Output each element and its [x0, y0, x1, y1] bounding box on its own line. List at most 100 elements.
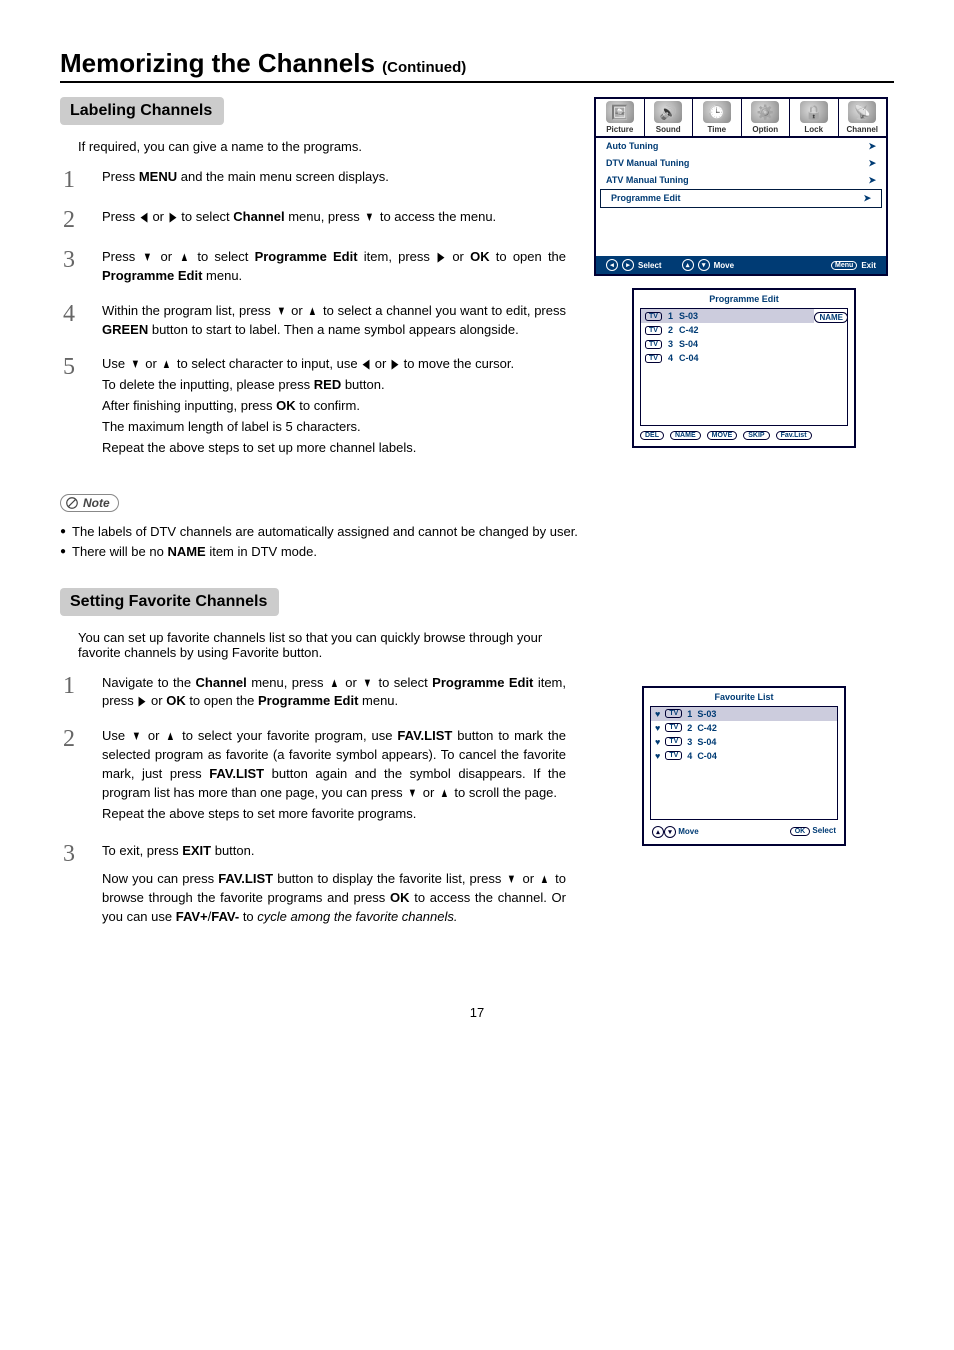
left-key-icon: ◂ — [606, 259, 618, 271]
favorite-intro: You can set up favorite channels list so… — [78, 630, 566, 660]
heart-icon: ♥ — [655, 737, 660, 747]
panel-title: Programme Edit — [634, 290, 854, 308]
footer-move: Move — [714, 261, 734, 270]
tab-label: Channel — [839, 125, 887, 134]
list-item: TV2C-42 — [641, 323, 847, 337]
title-continued: (Continued) — [382, 59, 466, 76]
picture-icon: 🖼️ — [606, 101, 634, 123]
osd-row: DTV Manual Tuning➤ — [596, 155, 886, 172]
osd-row-selected: Programme Edit➤ — [600, 189, 882, 208]
step-number: 3 — [60, 248, 78, 272]
row-name: C-42 — [697, 723, 717, 733]
osd-row-label: DTV Manual Tuning — [606, 158, 689, 169]
step-number: 2 — [60, 727, 78, 751]
favourite-list: ♥ TV 1 S-03 ♥ TV 2 C-42 ♥TV3S-04 ♥TV4C-04 — [650, 706, 838, 820]
osd-tab-channel: 📡 Channel — [839, 99, 887, 136]
title-rule — [60, 81, 894, 83]
option-icon: ⚙️ — [751, 101, 779, 123]
notes-list: ●The labels of DTV channels are automati… — [60, 522, 894, 562]
row-index: 1 — [687, 709, 692, 719]
tv-badge: TV — [645, 326, 662, 335]
skip-key: SKIP — [743, 431, 769, 440]
tv-badge: TV — [645, 354, 662, 363]
heart-icon: ♥ — [655, 751, 660, 761]
labeling-step-1: Press MENU and the main menu screen disp… — [102, 168, 566, 187]
step-line: Now you can press FAV.LIST button to dis… — [102, 870, 566, 927]
step-line: Repeat the above steps to set more favor… — [102, 805, 566, 824]
footer-exit: Exit — [861, 261, 876, 270]
row-index: 3 — [668, 339, 673, 349]
tab-label: Sound — [645, 125, 693, 134]
sound-icon: 🔊 — [654, 101, 682, 123]
lock-icon: 🔒 — [800, 101, 828, 123]
tv-badge: TV — [645, 340, 662, 349]
list-item: TV 3 S-04 — [641, 337, 847, 351]
note-icon — [65, 496, 79, 510]
step-number: 1 — [60, 168, 78, 192]
list-item: ♥TV1S-03 — [651, 707, 837, 721]
list-item: ♥ TV 2 C-42 — [651, 721, 837, 735]
panel-title: Favourite List — [644, 688, 844, 706]
list-item: ♥TV4C-04 — [651, 749, 837, 763]
step-line: Use ▼ or ▲ to select character to input,… — [102, 355, 566, 374]
step-number: 3 — [60, 842, 78, 866]
step-number: 4 — [60, 302, 78, 326]
chevron-right-icon: ➤ — [863, 193, 871, 204]
row-name: C-04 — [679, 353, 699, 363]
labeling-step-5: Use ▼ or ▲ to select character to input,… — [102, 355, 566, 459]
row-name: C-04 — [697, 751, 717, 761]
move-key: MOVE — [707, 431, 738, 440]
tv-badge: TV — [665, 723, 682, 732]
heart-icon: ♥ — [655, 723, 660, 733]
right-key-icon: ▸ — [622, 259, 634, 271]
osd-row: ATV Manual Tuning➤ — [596, 172, 886, 189]
favorite-step-3: To exit, press EXIT button. Now you can … — [102, 842, 566, 929]
favorite-heading: Setting Favorite Channels — [60, 588, 279, 616]
osd-footer: ◂▸Select ▴▾Move MenuExit — [596, 256, 886, 274]
row-index: 2 — [687, 723, 692, 733]
chevron-right-icon: ➤ — [868, 141, 876, 152]
bullet-icon: ● — [60, 542, 66, 562]
labeling-heading: Labeling Channels — [60, 97, 224, 125]
row-index: 4 — [668, 353, 673, 363]
osd-tab-sound: 🔊 Sound — [645, 99, 694, 136]
tv-badge: TV — [645, 312, 662, 321]
osd-row-label: ATV Manual Tuning — [606, 175, 689, 186]
step-line: To delete the inputting, please press RE… — [102, 376, 566, 395]
tab-label: Lock — [790, 125, 838, 134]
ok-key: OK — [790, 827, 811, 836]
step-line: To exit, press EXIT button. — [102, 842, 566, 861]
name-key: NAME — [670, 431, 701, 440]
list-item: ♥TV3S-04 — [651, 735, 837, 749]
labeling-intro: If required, you can give a name to the … — [78, 139, 566, 154]
channel-icon: 📡 — [848, 101, 876, 123]
row-name: S-03 — [697, 709, 716, 719]
footer-move: Move — [678, 827, 698, 836]
page-number: 17 — [60, 1005, 894, 1020]
tab-label: Time — [693, 125, 741, 134]
page-title: Memorizing the Channels (Continued) — [60, 48, 894, 79]
panel-footer: DEL NAME MOVE SKIP Fav.List — [634, 426, 854, 446]
row-name: C-42 — [679, 325, 699, 335]
up-key-icon: ▴ — [682, 259, 694, 271]
row-name: S-04 — [679, 339, 698, 349]
favorite-step-2: Use ▼ or ▲ to select your favorite progr… — [102, 727, 566, 825]
tab-label: Option — [742, 125, 790, 134]
del-key: DEL — [640, 431, 664, 440]
favlist-key: Fav.List — [776, 431, 812, 440]
favorite-step-1: Navigate to the Channel menu, press ▲ or… — [102, 674, 566, 712]
footer-select: Select — [812, 826, 836, 835]
step-number: 2 — [60, 208, 78, 232]
osd-tab-lock: 🔒 Lock — [790, 99, 839, 136]
tab-label: Picture — [596, 125, 644, 134]
favourite-list-panel: Favourite List ♥ TV 1 S-03 ♥ TV 2 C-42 ♥TV3S-0… — [642, 686, 846, 846]
osd-tab-picture: 🖼️ Picture — [596, 99, 645, 136]
step-line: The maximum length of label is 5 charact… — [102, 418, 566, 437]
step-number: 5 — [60, 355, 78, 379]
name-tag: NAME — [814, 312, 848, 323]
osd-row-label: Auto Tuning — [606, 141, 658, 152]
bullet-icon: ● — [60, 522, 66, 542]
labeling-step-4: Within the program list, press ▼ or ▲ to… — [102, 302, 566, 340]
osd-row: Auto Tuning ➤ — [596, 138, 886, 155]
panel-footer: ▴▾ Move OK Select — [644, 820, 844, 844]
